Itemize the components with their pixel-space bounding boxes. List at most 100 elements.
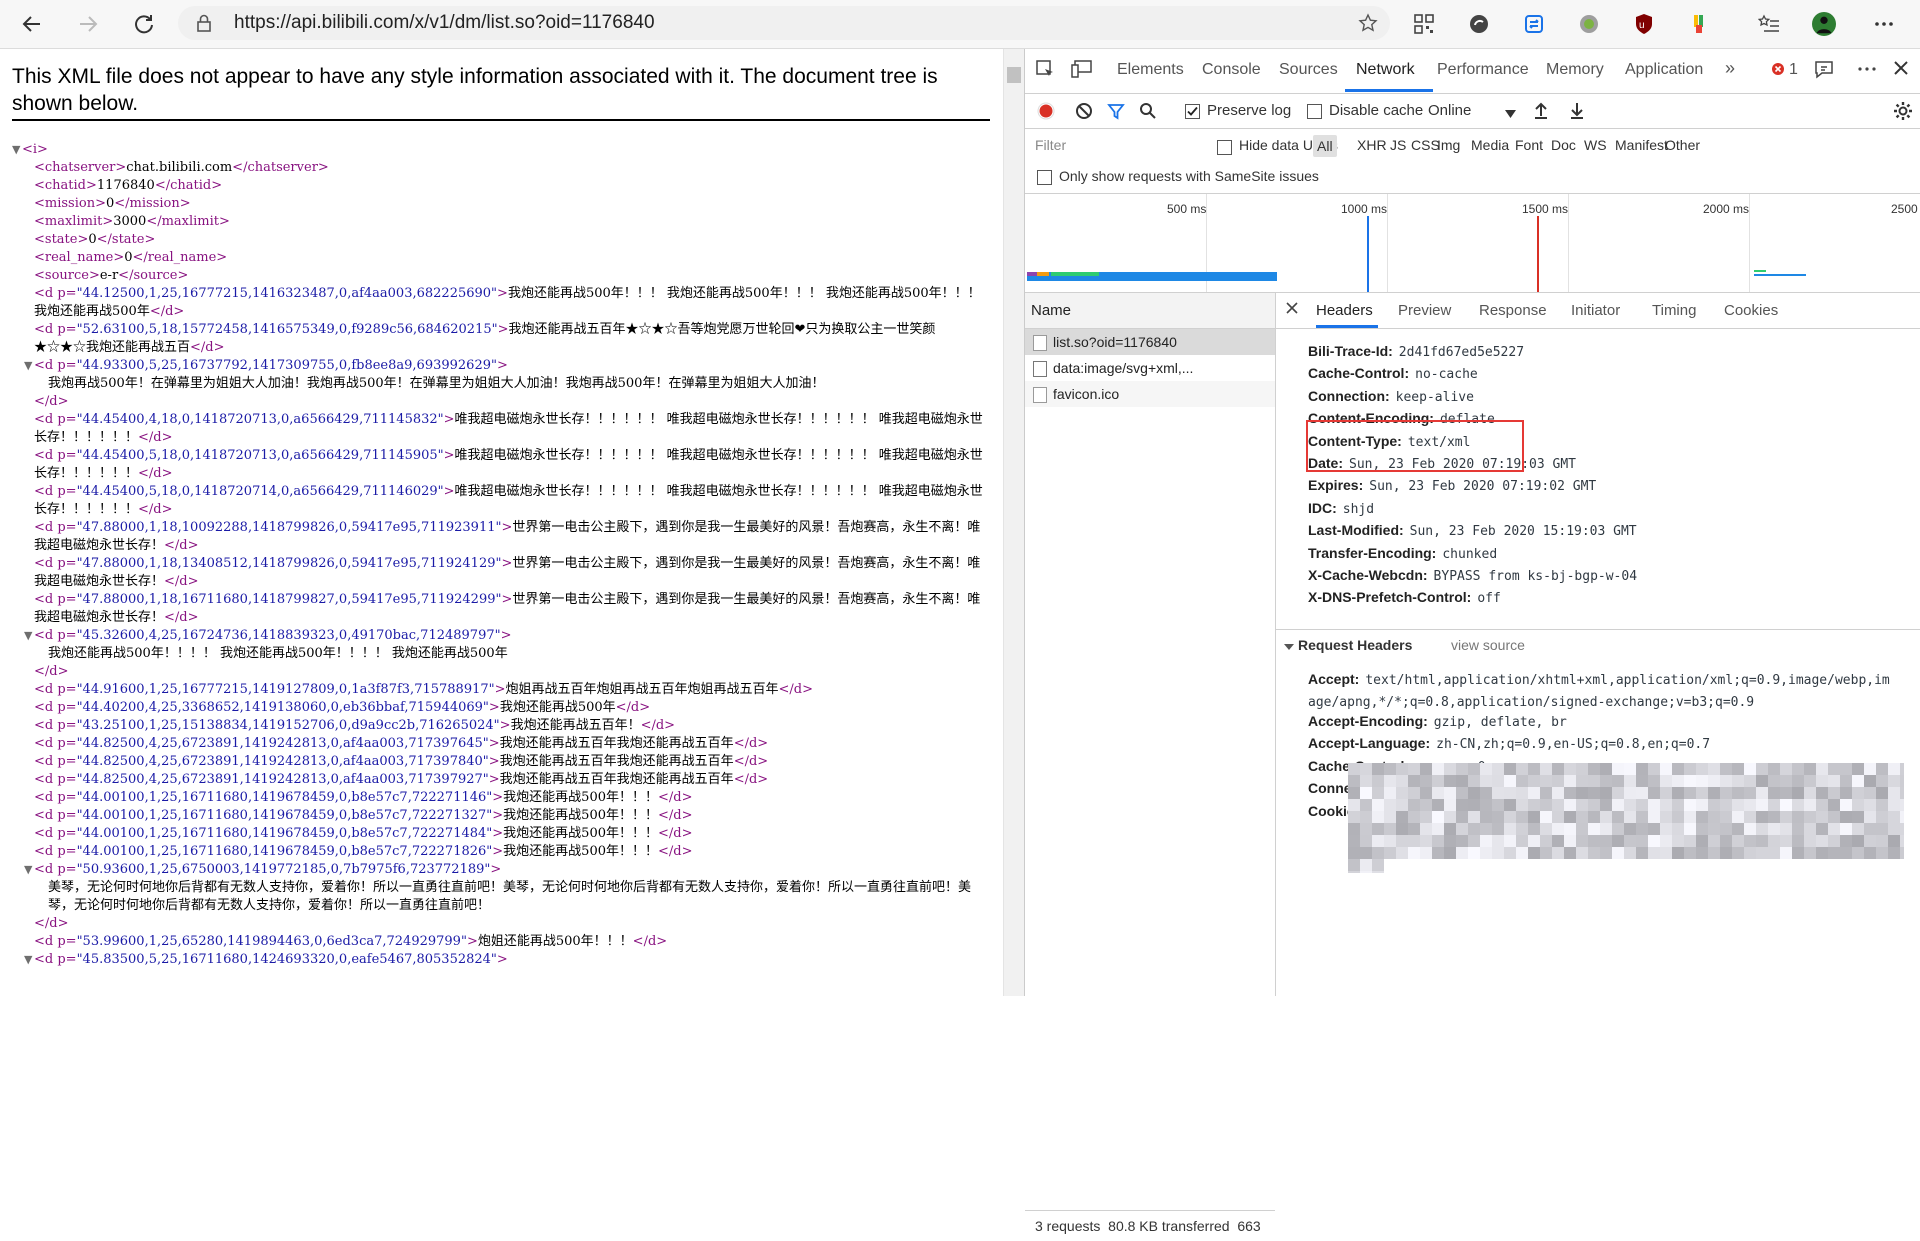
type-filter-all[interactable]: All	[1313, 135, 1337, 157]
network-overview-timeline[interactable]: 500 ms 1000 ms 1500 ms 2000 ms 2500	[1025, 194, 1920, 293]
redaction-pixel	[1576, 775, 1588, 787]
type-filter-other[interactable]: Other	[1665, 137, 1700, 153]
ublock-shield-icon[interactable]: u	[1632, 12, 1656, 36]
collapse-toggle-icon[interactable]: ▼	[24, 951, 32, 969]
type-filter-js[interactable]: JS	[1390, 137, 1406, 153]
redaction-pixel	[1708, 763, 1720, 775]
color-pick-extension-icon[interactable]	[1687, 12, 1711, 36]
url-text[interactable]: https://api.bilibili.com/x/v1/dm/list.so…	[234, 12, 655, 34]
redaction-pixel	[1552, 763, 1564, 775]
export-har-icon[interactable]	[1569, 101, 1585, 123]
feedback-icon[interactable]	[1813, 59, 1835, 86]
favorite-star-icon[interactable]	[1358, 13, 1378, 38]
disable-cache-checkbox[interactable]	[1307, 104, 1322, 119]
type-filter-img[interactable]: Img	[1437, 137, 1460, 153]
chevron-down-icon[interactable]	[1505, 105, 1516, 122]
redaction-pixel	[1564, 775, 1576, 787]
qr-code-icon[interactable]	[1412, 12, 1436, 36]
page-scrollbar-thumb[interactable]	[1007, 67, 1021, 83]
redaction-pixel	[1840, 811, 1852, 823]
type-filter-css[interactable]: CSS	[1411, 137, 1440, 153]
tab-performance[interactable]: Performance	[1437, 61, 1529, 79]
tab-elements[interactable]: Elements	[1117, 61, 1184, 79]
request-row[interactable]: list.so?oid=1176840	[1025, 329, 1275, 355]
throttling-select[interactable]: Online	[1428, 102, 1471, 119]
request-row[interactable]: data:image/svg+xml,...	[1025, 355, 1275, 381]
type-filter-doc[interactable]: Doc	[1551, 137, 1576, 153]
preserve-log-label[interactable]: Preserve log	[1207, 102, 1291, 119]
redaction-pixel	[1516, 823, 1528, 835]
tab-timing[interactable]: Timing	[1652, 302, 1696, 319]
forward-button[interactable]	[72, 8, 104, 40]
redaction-pixel	[1600, 763, 1612, 775]
collapse-toggle-icon[interactable]: ▼	[24, 627, 32, 645]
tab-headers[interactable]: Headers	[1316, 302, 1373, 319]
type-filter-ws[interactable]: WS	[1584, 137, 1607, 153]
settings-gear-icon[interactable]	[1893, 101, 1913, 125]
tab-cookies[interactable]: Cookies	[1724, 302, 1778, 319]
redaction-pixel	[1816, 811, 1828, 823]
tab-memory[interactable]: Memory	[1546, 61, 1604, 79]
tab-network[interactable]: Network	[1356, 61, 1415, 79]
redaction-pixel	[1864, 763, 1876, 775]
tab-application[interactable]: Application	[1625, 61, 1703, 79]
redaction-pixel	[1492, 823, 1504, 835]
request-bar-segment	[1051, 272, 1099, 276]
search-icon[interactable]	[1139, 102, 1157, 124]
disable-cache-label[interactable]: Disable cache	[1329, 102, 1423, 119]
filter-input[interactable]: Filter	[1035, 137, 1066, 153]
samesite-label[interactable]: Only show requests with SameSite issues	[1059, 168, 1319, 184]
redaction-pixel	[1828, 835, 1840, 847]
request-row[interactable]: favicon.ico	[1025, 381, 1275, 407]
redaction-pixel	[1612, 763, 1624, 775]
error-icon[interactable]	[1771, 62, 1785, 81]
sync-extension-icon[interactable]	[1522, 12, 1546, 36]
expand-triangle-icon[interactable]	[1284, 639, 1294, 657]
view-source-link[interactable]: view source	[1451, 637, 1525, 653]
type-filter-xhr[interactable]: XHR	[1357, 137, 1387, 153]
record-icon[interactable]	[1037, 102, 1055, 124]
tab-console[interactable]: Console	[1202, 61, 1261, 79]
clear-icon[interactable]	[1075, 102, 1093, 124]
collapse-toggle-icon[interactable]: ▼	[24, 357, 32, 375]
close-details-icon[interactable]	[1286, 301, 1298, 318]
reload-button[interactable]	[128, 8, 160, 40]
back-arrow-icon	[22, 16, 40, 32]
collapse-toggle-icon[interactable]: ▼	[12, 141, 20, 159]
tab-preview[interactable]: Preview	[1398, 302, 1451, 319]
collapse-toggle-icon[interactable]: ▼	[24, 861, 32, 879]
favorites-list-icon[interactable]	[1757, 12, 1781, 36]
tab-initiator[interactable]: Initiator	[1571, 302, 1620, 319]
type-filter-font[interactable]: Font	[1515, 137, 1543, 153]
type-filter-media[interactable]: Media	[1471, 137, 1509, 153]
samesite-checkbox[interactable]	[1037, 170, 1052, 185]
extension-arrow-icon[interactable]	[1467, 12, 1491, 36]
redaction-pixel	[1552, 775, 1564, 787]
device-toolbar-icon[interactable]	[1071, 59, 1093, 84]
redaction-pixel	[1492, 775, 1504, 787]
hide-data-urls-checkbox[interactable]	[1217, 140, 1232, 155]
filter-funnel-icon[interactable]	[1107, 102, 1125, 124]
tab-response[interactable]: Response	[1479, 302, 1547, 319]
type-filter-manifest[interactable]: Manifest	[1615, 137, 1668, 153]
error-count[interactable]: 1	[1789, 61, 1798, 79]
back-button[interactable]	[16, 8, 48, 40]
redaction-pixel	[1900, 787, 1904, 799]
redaction-pixel	[1648, 799, 1660, 811]
redaction-pixel	[1804, 763, 1816, 775]
preserve-log-checkbox[interactable]	[1185, 104, 1200, 119]
inspect-element-icon[interactable]	[1035, 59, 1055, 84]
page-scrollbar[interactable]	[1003, 49, 1024, 996]
more-tabs-chevron-icon[interactable]: »	[1725, 58, 1735, 79]
grey-circle-extension-icon[interactable]	[1577, 12, 1601, 36]
tab-sources[interactable]: Sources	[1279, 61, 1338, 79]
profile-avatar[interactable]	[1812, 12, 1836, 36]
import-har-icon[interactable]	[1533, 101, 1549, 123]
name-column-header[interactable]: Name	[1025, 293, 1275, 329]
devtools-close-icon[interactable]	[1893, 60, 1909, 81]
devtools-more-icon[interactable]	[1857, 59, 1877, 84]
more-menu-icon[interactable]	[1872, 12, 1896, 36]
details-active-tab-indicator	[1316, 325, 1378, 328]
request-headers-section[interactable]: Request Headers view source	[1276, 629, 1920, 660]
address-bar[interactable]: https://api.bilibili.com/x/v1/dm/list.so…	[178, 6, 1390, 40]
